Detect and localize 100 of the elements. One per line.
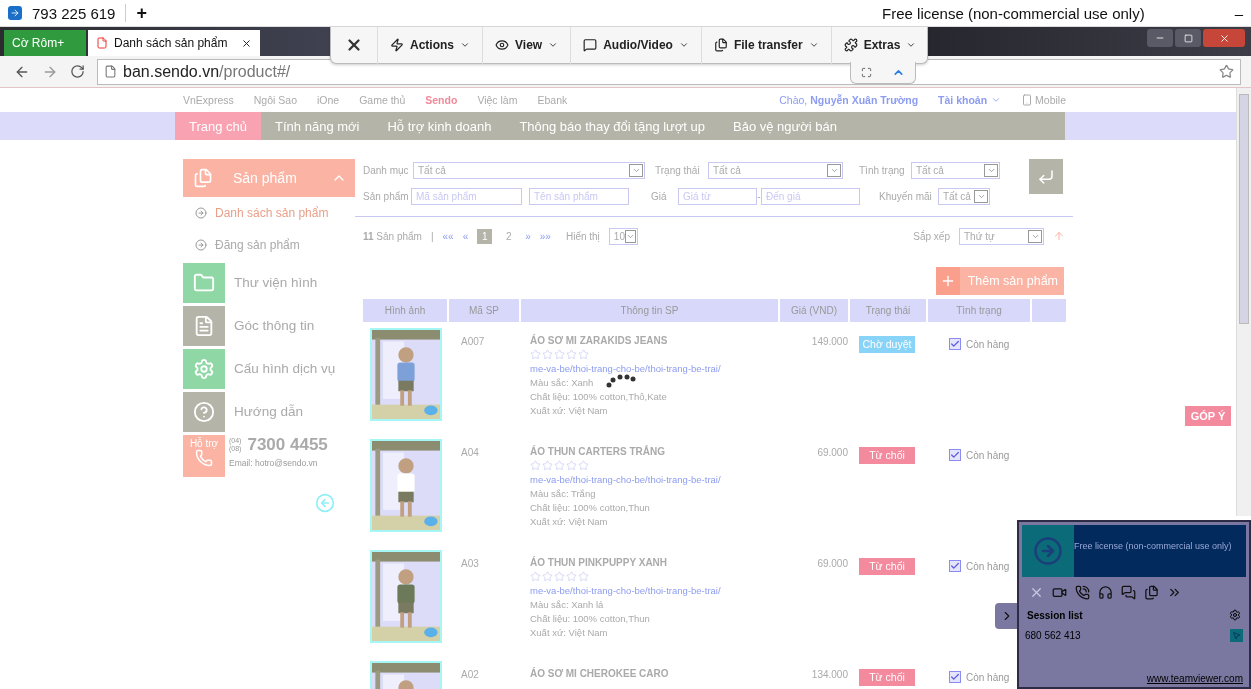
star-icon	[542, 460, 553, 471]
settings-icon[interactable]	[1229, 609, 1241, 621]
top-link[interactable]: iOne	[317, 94, 340, 106]
category-link[interactable]: me-va-be/thoi-trang-cho-be/thoi-trang-be-trai/	[530, 474, 721, 485]
page-link[interactable]: 2	[501, 228, 517, 244]
column-header: Thông tin SP	[521, 299, 778, 322]
phone-icon	[1021, 94, 1034, 106]
top-link[interactable]: Việc làm	[477, 94, 518, 106]
browser-tab[interactable]: Cờ Rôm+	[4, 30, 86, 56]
category-link[interactable]: me-va-be/thoi-trang-cho-be/thoi-trang-be-trai/	[530, 585, 721, 596]
page-link[interactable]: 1	[477, 228, 493, 244]
stock-checkbox[interactable]	[949, 671, 961, 683]
files-icon[interactable]	[1144, 584, 1159, 600]
stock-label: Còn hàng	[966, 671, 1010, 683]
sidebar-item[interactable]: Cấu hình dịch vụ	[183, 347, 355, 390]
eye-icon	[495, 38, 509, 52]
top-link[interactable]: VnExpress	[183, 94, 234, 106]
feedback-tab[interactable]: GÓP Ý	[1185, 406, 1231, 426]
status-select[interactable]: Tất cả	[708, 161, 843, 179]
account-menu[interactable]: Tài khoản	[938, 94, 1002, 106]
nav-tab[interactable]: Tính năng mới	[261, 112, 374, 140]
sidebar-subitem[interactable]: Danh sách sản phẩm	[183, 197, 355, 229]
teamviewer-link[interactable]: www.teamviewer.com	[1140, 673, 1249, 687]
nav-tab[interactable]: Trang chủ	[175, 112, 262, 140]
promotion-select[interactable]: Tất cả	[938, 187, 990, 205]
toolbar-menu-button[interactable]: Actions	[377, 26, 482, 64]
category-link[interactable]: me-va-be/thoi-trang-cho-be/thoi-trang-be-trai/	[530, 363, 721, 374]
fullscreen-icon[interactable]	[861, 67, 872, 78]
bookmark-star-icon[interactable]	[1219, 64, 1234, 79]
arrow-circle-icon	[195, 207, 207, 219]
top-link[interactable]: Ngôi Sao	[253, 94, 297, 106]
pagination-link[interactable]: »»	[539, 230, 551, 242]
stock-label: Còn hàng	[966, 449, 1010, 461]
stock-checkbox[interactable]	[949, 560, 961, 572]
product-title[interactable]: ÁO THUN CARTERS TRẮNG	[530, 446, 665, 457]
status-badge: Từ chối	[859, 668, 915, 686]
nav-tab[interactable]: Thông báo thay đổi tặng lượt up	[505, 112, 720, 140]
phone-icon	[195, 449, 213, 467]
sidebar-subitem[interactable]: Đăng sản phẩm	[183, 229, 355, 261]
stock-checkbox[interactable]	[949, 338, 961, 350]
column-header: Trạng thái	[850, 299, 926, 322]
top-link[interactable]: Game thủ	[359, 94, 406, 106]
category-select[interactable]: Tất cả	[413, 161, 645, 179]
nav-tab[interactable]: Hỗ trợ kinh doanh	[373, 112, 506, 140]
sidebar-item[interactable]: Thư viện hình	[183, 261, 355, 304]
enter-icon	[1037, 167, 1055, 186]
pagination-link[interactable]: »	[525, 230, 531, 242]
caret-icon	[991, 95, 1002, 105]
pagination-link[interactable]: «	[462, 230, 469, 242]
session-id[interactable]: 680 562 413	[1025, 630, 1081, 641]
product-spec: Xuất xứ: Việt Nam	[530, 405, 608, 416]
product-spec: Chất liệu: 100% cotton,Thô,Kate	[530, 391, 667, 402]
close-icon[interactable]	[241, 37, 252, 49]
caret-icon	[906, 40, 917, 50]
partner-id: 793 225 619	[32, 4, 116, 22]
product-title[interactable]: ÁO SƠ MI ZARAKIDS JEANS	[530, 335, 668, 346]
stock-checkbox[interactable]	[949, 449, 961, 461]
minimize-window-button[interactable]	[1147, 29, 1173, 47]
product-spec: Xuất xứ: Việt Nam	[530, 516, 608, 527]
stock-label: Còn hàng	[966, 560, 1010, 572]
page-size-select[interactable]: 10	[608, 227, 638, 245]
browser-tab[interactable]: Danh sách sản phẩm	[88, 30, 260, 56]
nav-tab[interactable]: Bảo vệ người bán	[719, 112, 851, 140]
product-title[interactable]: ÁO SƠ MI CHEROKEE CARO	[530, 668, 669, 679]
chat-icon[interactable]	[1121, 584, 1136, 600]
maximize-window-button[interactable]	[1175, 29, 1201, 47]
sidebar-item[interactable]: Hướng dẫn	[183, 390, 355, 433]
condition-select[interactable]: Tất cả	[911, 161, 1000, 179]
minimize-button[interactable]: –	[1234, 4, 1243, 22]
filter-label: Khuyến mãi	[879, 190, 933, 202]
filter-label: Sản phẩm	[363, 190, 410, 202]
reload-icon[interactable]	[70, 64, 85, 79]
chat-icon	[583, 38, 598, 52]
products-section-header[interactable]: Sản phẩm	[183, 159, 355, 197]
top-link[interactable]: Sendo	[425, 94, 458, 106]
sort-select[interactable]: Thứ tự	[959, 227, 1044, 245]
column-header: Tình trạng	[928, 299, 1030, 322]
toolbar-menu-button[interactable]: View	[482, 26, 571, 64]
phone-icon[interactable]	[1075, 584, 1090, 600]
pagination-link[interactable]: ««	[442, 230, 454, 242]
license-text: Free license (non-commercial use only)	[1074, 540, 1232, 553]
scrollbar[interactable]	[1236, 88, 1251, 516]
product-spec: Chất liệu: 100% cotton,Thun	[530, 613, 650, 624]
mobile-link[interactable]: Mobile	[1021, 94, 1066, 106]
star-icon	[566, 460, 577, 471]
puzzle-icon	[843, 38, 858, 52]
toolbar-menu-button[interactable]: Audio/Video	[570, 26, 701, 64]
add-product-button[interactable]: Thêm sản phẩm	[935, 267, 1064, 295]
star-icon	[554, 571, 565, 582]
caret-icon	[678, 40, 689, 50]
add-session-button[interactable]: +	[136, 2, 147, 24]
sidebar-item[interactable]: Góc thông tin	[183, 304, 355, 347]
top-link[interactable]: Ebank	[537, 94, 568, 106]
product-code: A007	[460, 335, 486, 349]
product-title[interactable]: ÁO THUN PINKPUPPY XANH	[530, 557, 668, 568]
product-code: A04	[460, 446, 480, 460]
headset-icon[interactable]	[1098, 584, 1113, 600]
expand-panel-icon[interactable]	[995, 603, 1019, 629]
toolbar-menu-button[interactable]: File transfer	[700, 26, 831, 64]
support-email: Email: hotro@sendo.vn	[229, 458, 319, 468]
